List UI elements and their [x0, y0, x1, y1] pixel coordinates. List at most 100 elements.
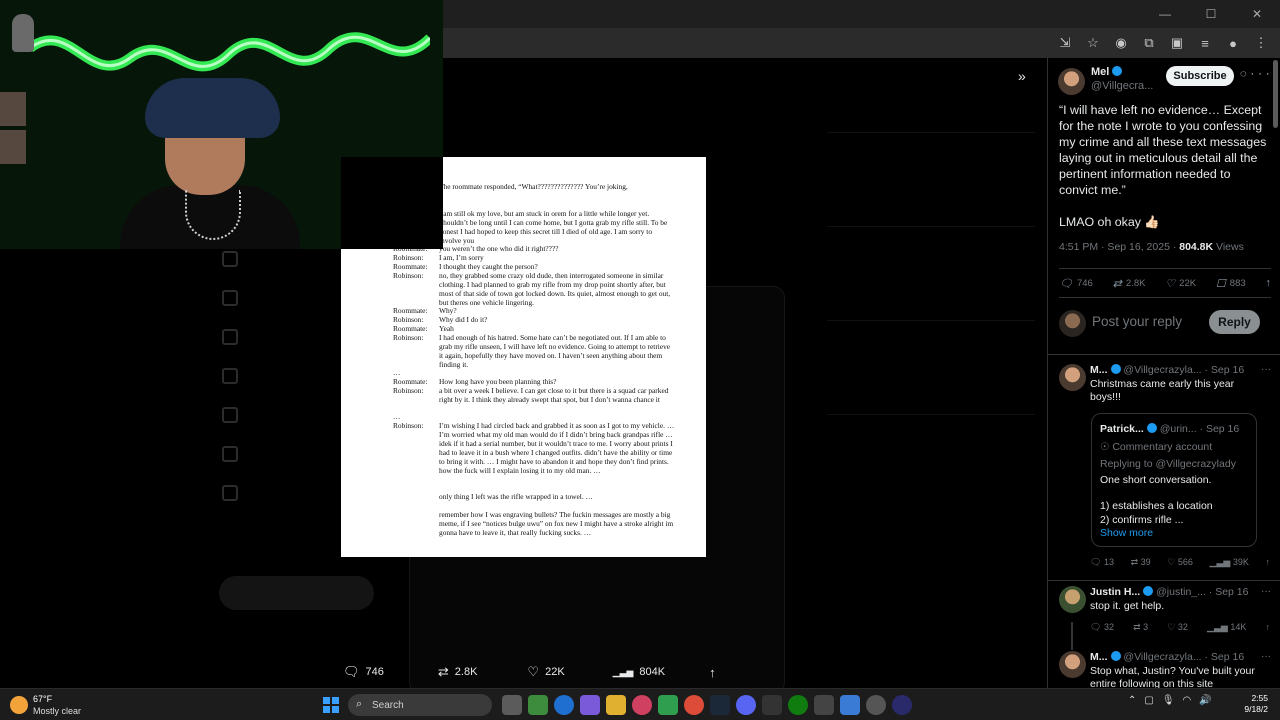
volume-icon[interactable]: 🔊 — [1199, 695, 1211, 706]
author-name[interactable]: Mel — [1091, 66, 1123, 78]
taskbar-search[interactable]: ⌕ Search — [348, 694, 492, 716]
repost-icon: ⇄ — [1130, 557, 1139, 567]
search-label: Search — [372, 699, 404, 711]
split-view-icon[interactable]: ▣ — [1166, 32, 1188, 54]
weather-temp: 67°F — [33, 694, 53, 704]
reply-stats: 🗨 32 ⇄ 3 ♡ 32 ▁▃▅ 14K ↑ — [1090, 622, 1270, 633]
repost-icon: ⇄ — [437, 664, 449, 679]
chrome-icon[interactable] — [684, 695, 704, 715]
reply-input[interactable]: Post your reply — [1092, 314, 1182, 329]
nav-icon — [222, 445, 238, 462]
panel-share-action[interactable]: ↑ — [1265, 277, 1271, 289]
post-time[interactable]: 4:51 PM · Sep 16, 2025 · — [1059, 241, 1176, 253]
reply-item[interactable]: M... @Villgecrazyla... · Sep 16 ··· Stop… — [1059, 651, 1271, 688]
document-message: no, they grabbed some crazy old dude, th… — [439, 271, 671, 307]
reply-text: stop it. get help. — [1090, 600, 1165, 612]
subscribe-button[interactable]: Subscribe — [1166, 66, 1234, 86]
document-message: The roommate responded, “What???????????… — [439, 182, 628, 191]
post-author-header: Mel @Villgecra... Subscribe ◌··· — [1058, 66, 1273, 96]
more-options-icon[interactable]: ··· — [1261, 586, 1271, 597]
more-options-icon[interactable]: ··· — [1261, 364, 1271, 375]
copilot-icon[interactable] — [580, 695, 600, 715]
file-explorer-icon[interactable] — [606, 695, 626, 715]
bookmark-star-icon[interactable]: ☆ — [1082, 32, 1104, 54]
view-count[interactable]: ▁▃▅ 39K — [1210, 557, 1249, 568]
photos-icon[interactable] — [840, 695, 860, 715]
panel-scrollbar[interactable] — [1273, 60, 1278, 128]
more-options-icon[interactable]: ··· — [1251, 68, 1274, 80]
reply-text: Christmas came early this year boys!!! — [1090, 378, 1235, 403]
minecraft-icon[interactable] — [528, 695, 548, 715]
view-count[interactable]: ▁▃▅ 14K — [1207, 622, 1246, 633]
repost-count[interactable]: ⇄ 3 — [1133, 622, 1148, 633]
repost-count: 2.8K — [454, 666, 478, 678]
microphone-icon[interactable]: 🎙 — [1162, 695, 1175, 706]
menu-kebab-icon[interactable]: ⋮ — [1250, 32, 1272, 54]
share-icon[interactable]: ↑ — [1265, 622, 1270, 633]
more-options-icon[interactable]: ··· — [1261, 651, 1271, 662]
xbox-icon[interactable] — [788, 695, 808, 715]
obs-icon[interactable] — [866, 695, 886, 715]
document-speaker: Robinson: — [393, 386, 424, 395]
verified-badge-icon — [1143, 586, 1154, 596]
playlist-icon[interactable]: ≡ — [1194, 32, 1216, 54]
repost-action[interactable]: ⇄ 2.8K — [438, 664, 478, 680]
document-image: The roommate responded, “What???????????… — [341, 157, 706, 557]
discord-icon[interactable] — [736, 695, 756, 715]
app-icon[interactable] — [762, 695, 782, 715]
reply-item[interactable]: Justin H... @justin_... · Sep 16 ··· sto… — [1059, 586, 1271, 642]
minimize-icon[interactable]: — — [1142, 0, 1188, 28]
reply-avatar[interactable] — [1059, 364, 1086, 391]
like-count[interactable]: ♡ 32 — [1167, 622, 1188, 633]
panel-reply-action[interactable]: 🗨 746 — [1059, 277, 1093, 290]
maximize-icon[interactable]: ☐ — [1188, 0, 1234, 28]
reply-action[interactable]: 🗨 746 — [343, 664, 384, 680]
weather-widget[interactable]: 67°F Mostly clear — [10, 693, 110, 717]
weather-icon — [10, 696, 28, 714]
reply-avatar[interactable] — [1059, 651, 1086, 678]
app-tray-icon[interactable]: ▢ — [1144, 695, 1153, 706]
verified-badge-icon — [1110, 364, 1121, 374]
close-icon[interactable]: ✕ — [1234, 0, 1280, 28]
chevron-up-icon[interactable]: ⌃ — [1128, 695, 1136, 706]
reply-header: M... @Villgecrazyla... · Sep 16 — [1090, 364, 1245, 376]
thread-line — [1071, 622, 1073, 650]
extension-icon[interactable]: ◉ — [1110, 32, 1132, 54]
install-app-icon[interactable]: ⇲ — [1054, 32, 1076, 54]
like-count[interactable]: ♡ 566 — [1167, 557, 1193, 568]
panel-repost-action[interactable]: ⇄ 2.8K — [1113, 277, 1146, 290]
task-view-icon[interactable] — [502, 695, 522, 715]
share-action[interactable]: ↑ — [709, 665, 716, 680]
post-text: “I will have left no evidence… Except fo… — [1059, 102, 1269, 246]
share-icon[interactable]: ↑ — [1265, 557, 1270, 568]
puzzle-icon[interactable]: ⧉ — [1138, 32, 1160, 54]
views-action[interactable]: ▁▃▅ 804K — [613, 666, 665, 678]
grok-icon[interactable]: ◌ — [1240, 68, 1251, 80]
like-action[interactable]: ♡ 22K — [527, 664, 564, 680]
reply-avatar[interactable] — [1059, 586, 1086, 613]
music-icon[interactable] — [632, 695, 652, 715]
reply-count[interactable]: 🗨 13 — [1090, 557, 1114, 568]
post-text-reply: LMAO oh okay 👍🏻 — [1059, 215, 1160, 229]
collapse-panel-icon[interactable]: » — [1018, 68, 1026, 84]
reply-count[interactable]: 🗨 32 — [1090, 622, 1114, 633]
media-player-icon[interactable] — [892, 695, 912, 715]
quoted-post[interactable]: Patrick... @urin... · Sep 16 ☉ Commentar… — [1091, 413, 1257, 547]
xbox-game-bar-icon[interactable] — [658, 695, 678, 715]
panel-bookmark-action[interactable]: ☐ 883 — [1216, 277, 1246, 290]
settings-icon[interactable] — [814, 695, 834, 715]
steam-icon[interactable] — [710, 695, 730, 715]
author-handle[interactable]: @Villgecra... — [1091, 80, 1153, 92]
profile-icon[interactable]: ● — [1222, 32, 1244, 54]
edge-icon[interactable] — [554, 695, 574, 715]
reply-button[interactable]: Reply — [1209, 310, 1260, 334]
repost-count[interactable]: ⇄ 39 — [1131, 557, 1151, 568]
start-button-icon[interactable] — [323, 697, 339, 713]
system-clock[interactable]: 2:55 9/18/2 — [1228, 693, 1268, 715]
panel-like-action[interactable]: ♡ 22K — [1165, 277, 1196, 290]
screen: — ☐ ✕ ⇲ ☆ ◉ ⧉ ▣ ≡ ● ⋮ The roommate respo… — [0, 0, 1280, 720]
author-avatar[interactable] — [1058, 68, 1085, 95]
wifi-icon[interactable]: ◠ — [1183, 695, 1192, 706]
background-card — [827, 320, 1035, 400]
show-more-link[interactable]: Show more — [1100, 527, 1153, 539]
